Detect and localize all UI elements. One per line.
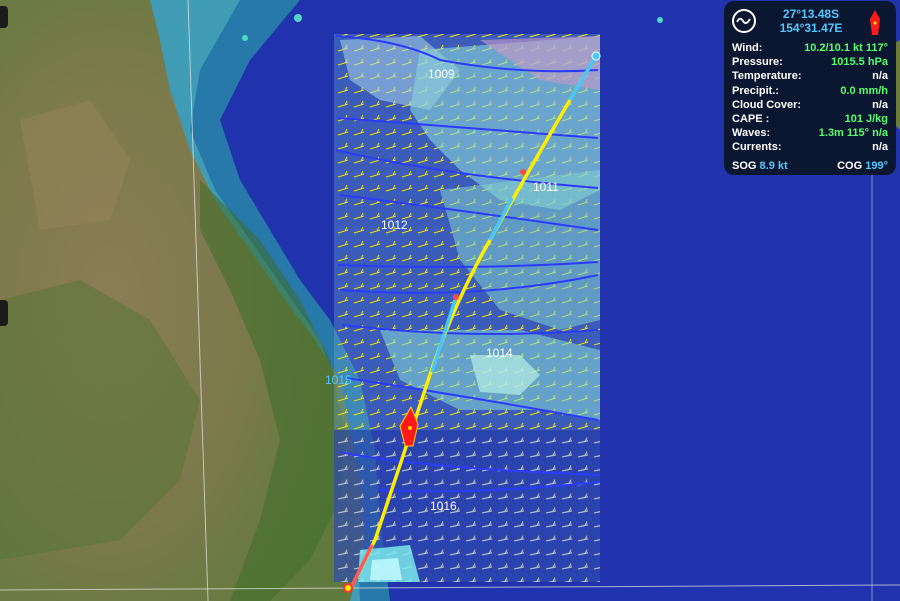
row-temperature: Temperature: n/a [732,69,888,83]
left-edge-tab-mid[interactable] [0,300,8,326]
pressure-value: 1015.5 hPa [831,56,888,69]
isobar-label: 1014 [486,346,513,360]
currents-value: n/a [872,141,888,154]
isobar-label: 1016 [430,499,457,513]
wind-label: Wind: [732,42,763,54]
isobar-label: 1012 [381,218,408,232]
cursor-coordinates: 27°13.48S 154°31.47E [766,7,856,35]
precipitation-value: 0.0 mm/h [840,84,888,97]
cog-value: 199° [865,159,888,172]
longitude: 154°31.47E [779,21,843,35]
cog: COG 199° [837,159,888,173]
cloud-cover-label: Cloud Cover: [732,98,802,111]
row-waves: Waves: 1.3m 115° n/a [732,126,888,140]
cape-label: CAPE : [732,113,770,126]
temperature-value: n/a [872,70,888,83]
route-waypoint[interactable] [591,51,601,61]
wind-value: 10.2/10.1 kt 117° [804,42,888,54]
boat-icon [870,10,880,35]
isobar-label: 1009 [428,67,455,81]
latitude: 27°13.48S [782,7,840,21]
isobar-label: 1015 [325,373,352,387]
waves-value: 1.3m 115° n/a [818,127,888,140]
sog-value: 8.9 kt [759,159,788,172]
route-waypoint[interactable] [343,583,353,593]
isobar-label: 1011 [533,180,559,194]
route-waypoint[interactable] [453,294,459,300]
row-cloud-cover: Cloud Cover: n/a [732,98,888,112]
pressure-label: Pressure: [732,56,783,69]
waves-label: Waves: [732,127,771,140]
row-precipitation: Precipit.: 0.0 mm/h [732,84,888,98]
row-cape: CAPE : 101 J/kg [732,112,888,126]
cog-label: COG [837,159,863,172]
temperature-label: Temperature: [732,70,802,83]
cursor-info-panel: 27°13.48S 154°31.47E Wind: 10.2/10.1 kt … [724,1,896,175]
cloud-cover-value: n/a [872,98,888,111]
currents-label: Currents: [732,141,782,154]
row-pressure: Pressure: 1015.5 hPa [732,55,888,69]
row-wind: Wind: 10.2/10.1 kt 117° [732,41,888,55]
precipitation-label: Precipit.: [732,84,780,97]
route-waypoint[interactable] [520,169,526,175]
cape-value: 101 J/kg [844,113,888,126]
left-edge-tab-top[interactable] [0,6,8,28]
row-currents: Currents: n/a [732,140,888,154]
trend-wave-icon[interactable] [732,9,756,33]
sog-label: SOG [732,159,757,172]
row-speed-course: SOG 8.9 kt COG 199° [732,159,888,173]
sog: SOG 8.9 kt [732,159,788,173]
island [294,14,302,22]
